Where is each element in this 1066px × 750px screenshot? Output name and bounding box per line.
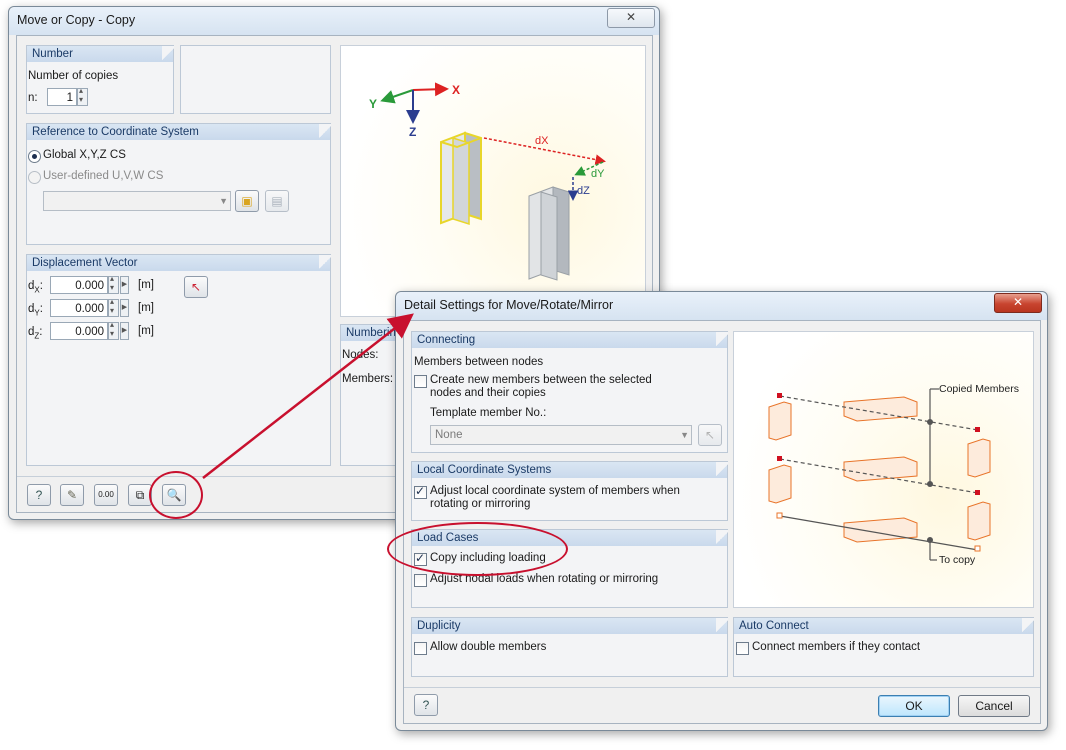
annotation-arrow	[202, 313, 414, 479]
